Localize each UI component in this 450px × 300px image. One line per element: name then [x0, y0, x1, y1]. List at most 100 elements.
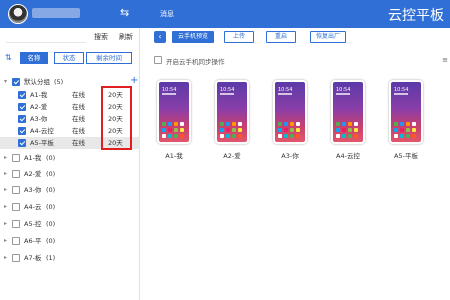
app-icons	[162, 122, 186, 138]
search-row: 搜索 刷新	[0, 28, 140, 46]
group-count: (0)	[46, 186, 56, 194]
phone-label: A5-平板	[394, 152, 418, 160]
phone-label: A1-我	[165, 152, 183, 160]
group-checkbox[interactable]	[12, 170, 20, 178]
group-row[interactable]: ▸ A4-云 (0)	[0, 201, 140, 213]
phone-date-line	[220, 93, 234, 95]
device-name: A5-平板	[30, 139, 54, 147]
main-panel: 消息 云控平板 ‹ 云手机预览 上传 重启 恢复出厂 开启云手机同步操作 ≡ 1…	[140, 0, 450, 300]
group-label: A2-爱	[24, 170, 42, 178]
avatar[interactable]	[8, 4, 28, 24]
main-header: 消息 云控平板	[140, 0, 450, 28]
phone-preview[interactable]: 10:54	[389, 80, 423, 144]
device-sidebar: ⇆ 搜索 刷新 ⇅ 名称 状态 剩余时间 + ▾ 默认分组 (5) A1-我 在…	[0, 0, 140, 300]
refresh-button[interactable]: 刷新	[119, 32, 133, 42]
device-name: A3-你	[30, 115, 48, 123]
phone-screen: 10:54	[275, 82, 305, 142]
search-button[interactable]: 搜索	[94, 32, 108, 42]
device-checkbox[interactable]	[18, 127, 26, 135]
reboot-button[interactable]: 重启	[266, 31, 296, 43]
group-checkbox[interactable]	[12, 203, 20, 211]
phone-screen: 10:54	[217, 82, 247, 142]
group-checkbox[interactable]	[12, 237, 20, 245]
device-status: 在线	[72, 91, 85, 99]
group-count: (0)	[46, 237, 56, 245]
phone-preview[interactable]: 10:54	[273, 80, 307, 144]
group-row[interactable]: ▸ A1-我 (0)	[0, 152, 140, 164]
group-label: A6-平	[24, 237, 42, 245]
sync-checkbox[interactable]	[154, 56, 162, 64]
back-button[interactable]: ‹	[154, 31, 166, 43]
group-row[interactable]: ▸ A5-控 (0)	[0, 218, 140, 230]
group-checkbox[interactable]	[12, 254, 20, 262]
device-status: 在线	[72, 103, 85, 111]
search-input[interactable]	[6, 31, 86, 43]
expand-right-icon[interactable]: ▸	[4, 235, 7, 247]
phone-date-line	[336, 93, 350, 95]
group-count: (5)	[54, 78, 64, 86]
messages-tab[interactable]: 消息	[160, 9, 174, 19]
group-checkbox[interactable]	[12, 154, 20, 162]
group-label: 默认分组	[24, 78, 50, 86]
device-checkbox[interactable]	[18, 103, 26, 111]
sync-label: 开启云手机同步操作	[166, 58, 225, 66]
phone-screen: 10:54	[333, 82, 363, 142]
group-label: A3-你	[24, 186, 42, 194]
device-status: 在线	[72, 139, 85, 147]
phone-label: A3-你	[281, 152, 299, 160]
username-blurred	[32, 8, 80, 18]
group-row[interactable]: ▸ A6-平 (0)	[0, 235, 140, 247]
grid-view-icon[interactable]: ≡	[442, 56, 448, 64]
phone-date-line	[394, 93, 408, 95]
group-checkbox[interactable]	[12, 186, 20, 194]
group-row[interactable]: ▸ A7-板 (1)	[0, 252, 140, 264]
phone-screen: 10:54	[159, 82, 189, 142]
group-row[interactable]: ▸ A3-你 (0)	[0, 184, 140, 196]
phone-label: A4-云控	[336, 152, 360, 160]
sort-icon[interactable]: ⇅	[5, 53, 12, 62]
expand-right-icon[interactable]: ▸	[4, 252, 7, 264]
group-label: A1-我	[24, 154, 42, 162]
device-checkbox[interactable]	[18, 139, 26, 147]
phone-preview[interactable]: 10:54	[331, 80, 365, 144]
phone-date-line	[162, 93, 176, 95]
sort-tab-remaining-time[interactable]: 剩余时间	[86, 52, 132, 64]
sort-tab-name[interactable]: 名称	[20, 52, 48, 64]
expand-right-icon[interactable]: ▸	[4, 184, 7, 196]
sort-tab-status[interactable]: 状态	[54, 52, 84, 64]
phone-screen: 10:54	[391, 82, 421, 142]
sidebar-header: ⇆	[0, 0, 140, 28]
cloud-phone-preview-button[interactable]: 云手机预览	[172, 31, 214, 43]
group-checkbox[interactable]	[12, 220, 20, 228]
factory-reset-button[interactable]: 恢复出厂	[310, 31, 346, 43]
app-icons	[336, 122, 360, 138]
group-label: A4-云	[24, 203, 42, 211]
app-icons	[394, 122, 418, 138]
group-count: (0)	[46, 170, 56, 178]
device-name: A2-爱	[30, 103, 48, 111]
group-count: (1)	[46, 254, 56, 262]
swap-icon[interactable]: ⇆	[120, 6, 129, 20]
app-icons	[278, 122, 302, 138]
expand-right-icon[interactable]: ▸	[4, 201, 7, 213]
device-name: A1-我	[30, 91, 48, 99]
phone-label: A2-爱	[223, 152, 241, 160]
expand-down-icon[interactable]: ▾	[4, 76, 7, 88]
group-checkbox[interactable]	[12, 78, 20, 86]
device-status: 在线	[72, 127, 85, 135]
expand-right-icon[interactable]: ▸	[4, 218, 7, 230]
device-checkbox[interactable]	[18, 115, 26, 123]
expand-right-icon[interactable]: ▸	[4, 152, 7, 164]
group-row[interactable]: ▸ A2-爱 (0)	[0, 168, 140, 180]
phone-preview[interactable]: 10:54	[215, 80, 249, 144]
brand-title: 云控平板	[388, 8, 444, 24]
group-count: (0)	[46, 220, 56, 228]
device-checkbox[interactable]	[18, 91, 26, 99]
device-status: 在线	[72, 115, 85, 123]
app-icons	[220, 122, 244, 138]
expand-right-icon[interactable]: ▸	[4, 168, 7, 180]
device-name: A4-云控	[30, 127, 54, 135]
phone-preview[interactable]: 10:54	[157, 80, 191, 144]
highlight-box	[101, 86, 132, 150]
upload-button[interactable]: 上传	[224, 31, 254, 43]
